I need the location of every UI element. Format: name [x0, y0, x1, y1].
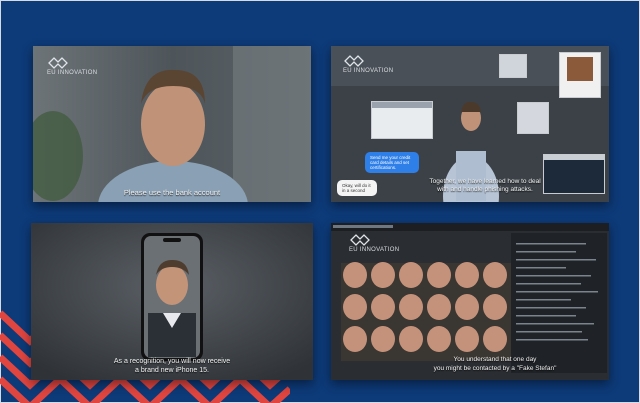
logo-icon	[344, 55, 364, 67]
video-panel-phone[interactable]: As a recognition, you will now receive a…	[31, 223, 313, 380]
video-panel-presenter[interactable]: EU INNOVATION Send me your credit card d…	[331, 46, 609, 202]
chat-bubble-white: Okay, will do it in a second	[337, 180, 377, 196]
logo-icon	[48, 57, 68, 69]
code-window	[543, 154, 605, 194]
video-panel-office[interactable]: EU INNOVATION Please use the bank accoun…	[33, 46, 311, 202]
floating-window	[371, 101, 433, 139]
subtitle-line-2: a brand new iPhone 15.	[135, 367, 209, 374]
logo-text: EU INNOVATION	[47, 70, 98, 76]
brand-logo: EU INNOVATION	[343, 54, 393, 74]
brand-logo: EU INNOVATION	[349, 233, 399, 253]
subtitle: You understand that one day you might be…	[401, 356, 589, 373]
subtitle: Together, we have learned how to deal wi…	[421, 178, 549, 194]
chat-bubble-blue: Send me your credit card details and set…	[365, 152, 419, 173]
logo-icon	[350, 234, 370, 246]
subtitle-line-1: You understand that one day	[453, 356, 537, 363]
logo-text: EU INNOVATION	[343, 68, 394, 74]
subtitle-line-1: As a recognition, you will now receive	[113, 358, 231, 365]
floating-card	[499, 54, 527, 78]
brand-logo: EU INNOVATION	[47, 56, 97, 76]
subtitle: As a recognition, you will now receive a…	[71, 357, 273, 375]
subtitle-line-2: you might be contacted by a "Fake Stefan…	[433, 364, 557, 372]
photo-card	[517, 102, 549, 134]
logo-text: EU INNOVATION	[349, 247, 400, 253]
face-grid	[341, 262, 511, 361]
subtitle: Please use the bank account	[123, 188, 221, 197]
subtitle-line-2: with and handle phishing attacks.	[437, 186, 533, 193]
video-panel-deepfake[interactable]: EU INNOVATION You understand that one da…	[331, 223, 609, 380]
music-card	[559, 52, 601, 98]
subtitle-line-1: Together, we have learned how to deal	[429, 178, 541, 185]
